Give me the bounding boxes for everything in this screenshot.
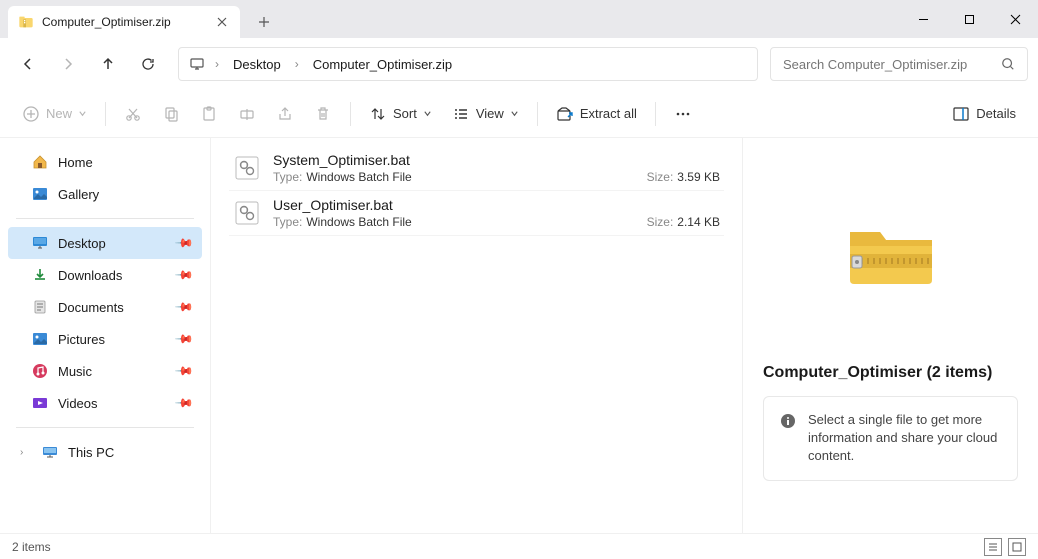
delete-button[interactable] [306,98,340,130]
breadcrumb-item[interactable]: Desktop [229,55,285,74]
sidebar-item-documents[interactable]: Documents 📌 [8,291,202,323]
sort-button[interactable]: Sort [361,98,440,130]
forward-button[interactable] [50,46,86,82]
pc-icon [42,444,58,460]
details-pane: Computer_Optimiser (2 items) Select a si… [742,138,1038,533]
view-button[interactable]: View [444,98,527,130]
share-button[interactable] [268,98,302,130]
search-box[interactable] [770,47,1028,81]
tab-close-icon[interactable] [214,14,230,30]
new-button[interactable]: New [14,98,95,130]
minimize-button[interactable] [900,0,946,38]
up-button[interactable] [90,46,126,82]
address-bar[interactable]: › Desktop › Computer_Optimiser.zip [178,47,758,81]
window-tab[interactable]: Computer_Optimiser.zip [8,6,240,38]
refresh-button[interactable] [130,46,166,82]
chevron-down-icon [423,109,432,118]
search-icon [1001,57,1015,71]
sidebar-item-thispc[interactable]: › This PC [8,436,202,468]
search-input[interactable] [783,57,993,72]
pictures-icon [32,331,48,347]
cut-button[interactable] [116,98,150,130]
gallery-icon [32,186,48,202]
info-icon [780,413,796,429]
sidebar: Home Gallery Desktop 📌 Downloads 📌 Docum… [0,138,210,533]
tab-title: Computer_Optimiser.zip [42,15,206,29]
preview-area [763,154,1018,354]
file-name: System_Optimiser.bat [273,152,720,168]
home-icon [32,154,48,170]
breadcrumb-item[interactable]: Computer_Optimiser.zip [309,55,456,74]
view-thumbnails-button[interactable] [1008,538,1026,556]
back-button[interactable] [10,46,46,82]
toolbar: New Sort View Extract all Details [0,90,1038,138]
copy-button[interactable] [154,98,188,130]
view-details-button[interactable] [984,538,1002,556]
nav-bar: › Desktop › Computer_Optimiser.zip [0,38,1038,90]
details-tip: Select a single file to get more informa… [763,396,1018,481]
zip-folder-icon [18,14,34,30]
pin-icon: 📌 [174,297,194,317]
sidebar-item-desktop[interactable]: Desktop 📌 [8,227,202,259]
batch-file-icon [233,154,261,182]
body: Home Gallery Desktop 📌 Downloads 📌 Docum… [0,138,1038,533]
music-icon [32,363,48,379]
pin-icon: 📌 [174,233,194,253]
file-name: User_Optimiser.bat [273,197,720,213]
rename-button[interactable] [230,98,264,130]
sidebar-item-pictures[interactable]: Pictures 📌 [8,323,202,355]
pin-icon: 📌 [174,265,194,285]
zip-folder-icon [846,218,936,290]
sidebar-item-music[interactable]: Music 📌 [8,355,202,387]
chevron-right-icon: › [20,447,32,458]
close-button[interactable] [992,0,1038,38]
chevron-right-icon: › [211,57,223,71]
file-row[interactable]: System_Optimiser.bat Type:Windows Batch … [229,146,724,191]
details-toggle[interactable]: Details [944,98,1024,130]
chevron-down-icon [510,109,519,118]
paste-button[interactable] [192,98,226,130]
chevron-down-icon [78,109,87,118]
downloads-icon [32,267,48,283]
details-heading: Computer_Optimiser (2 items) [763,364,1018,382]
maximize-button[interactable] [946,0,992,38]
file-list: System_Optimiser.bat Type:Windows Batch … [210,138,742,533]
new-tab-button[interactable] [246,6,282,38]
status-text: 2 items [12,540,51,554]
chevron-right-icon: › [291,57,303,71]
sidebar-item-videos[interactable]: Videos 📌 [8,387,202,419]
monitor-icon [189,56,205,72]
extract-all-button[interactable]: Extract all [548,98,645,130]
sidebar-item-downloads[interactable]: Downloads 📌 [8,259,202,291]
pin-icon: 📌 [174,361,194,381]
sidebar-item-home[interactable]: Home [8,146,202,178]
title-bar: Computer_Optimiser.zip [0,0,1038,38]
desktop-icon [32,235,48,251]
more-button[interactable] [666,98,700,130]
pin-icon: 📌 [174,393,194,413]
file-row[interactable]: User_Optimiser.bat Type:Windows Batch Fi… [229,191,724,236]
pin-icon: 📌 [174,329,194,349]
batch-file-icon [233,199,261,227]
documents-icon [32,299,48,315]
videos-icon [32,395,48,411]
status-bar: 2 items [0,533,1038,559]
sidebar-item-gallery[interactable]: Gallery [8,178,202,210]
